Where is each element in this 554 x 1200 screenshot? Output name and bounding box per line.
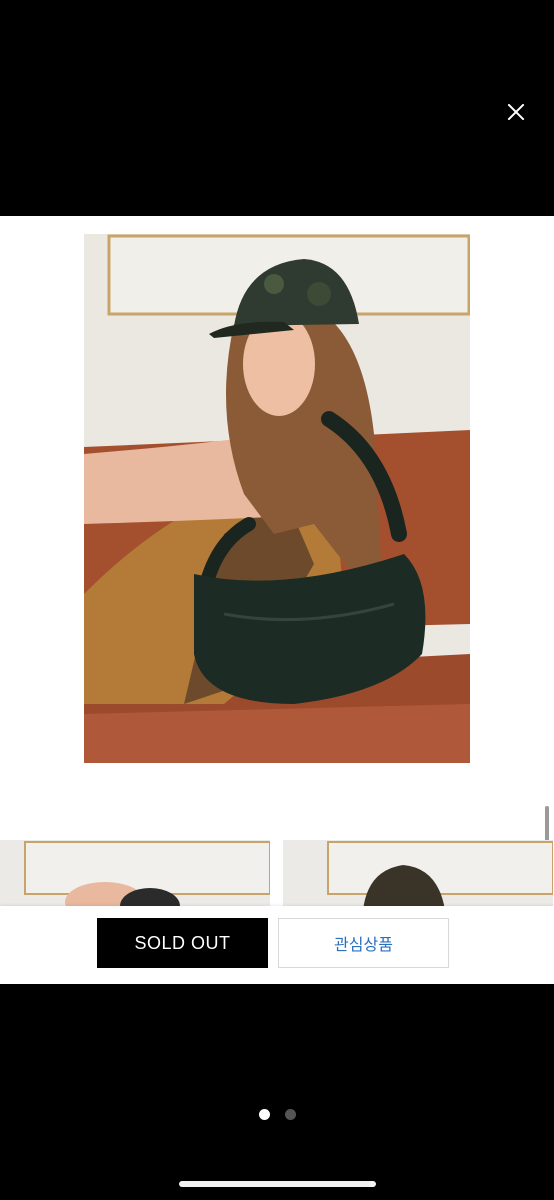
page-dot-active[interactable] — [259, 1109, 270, 1120]
close-icon[interactable] — [502, 98, 530, 126]
sold-out-button[interactable]: SOLD OUT — [97, 918, 268, 968]
product-thumbnail-1[interactable] — [0, 840, 270, 910]
page-indicator — [0, 1109, 554, 1121]
home-indicator[interactable] — [179, 1181, 376, 1187]
action-bar: SOLD OUT 관심상품 — [0, 906, 554, 984]
product-photo — [84, 234, 470, 763]
page-dot[interactable] — [285, 1109, 296, 1120]
image-viewer[interactable]: SOLD OUT 관심상품 — [0, 216, 554, 984]
product-thumbnail-2[interactable] — [283, 840, 553, 910]
wishlist-button[interactable]: 관심상품 — [278, 918, 449, 968]
